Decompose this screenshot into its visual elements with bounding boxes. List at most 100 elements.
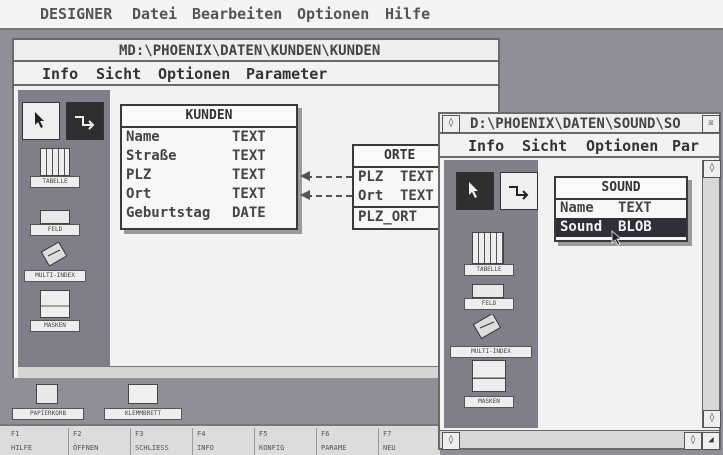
select-tool-button[interactable] bbox=[456, 172, 494, 210]
fkey-number: F4 bbox=[197, 430, 206, 438]
scroll-up-icon[interactable]: ◊ bbox=[703, 160, 721, 178]
sound-menu-parameter[interactable]: Par bbox=[672, 137, 699, 155]
tool-label-tabelle: TABELLE bbox=[464, 264, 514, 276]
label-papierkorb: PAPIERKORB bbox=[12, 408, 84, 420]
sound-titlebar[interactable]: ◊ D:\PHOENIX\DATEN\SOUND\SO ☒ bbox=[440, 114, 720, 134]
link-tool-button[interactable] bbox=[66, 102, 104, 140]
kunden-menu-optionen[interactable]: Optionen bbox=[158, 65, 230, 83]
trash-icon[interactable] bbox=[36, 384, 58, 404]
fkey-f7[interactable]: F7 NEU bbox=[380, 428, 436, 455]
field-type: TEXT bbox=[232, 167, 266, 183]
kunden-window-title: MD:\PHOENIX\DATEN\KUNDEN\KUNDEN bbox=[119, 43, 381, 59]
select-tool-button[interactable] bbox=[22, 102, 60, 140]
kunden-tool-palette: TABELLE FELD MULTI-INDEX MASKEN bbox=[18, 90, 110, 374]
resize-box-icon[interactable]: ◢ bbox=[702, 432, 720, 450]
kunden-field-row[interactable]: Straße TEXT bbox=[122, 147, 296, 166]
field-name: Name bbox=[560, 200, 594, 216]
fkey-number: F2 bbox=[73, 430, 82, 438]
kunden-field-row[interactable]: Name TEXT bbox=[122, 128, 296, 147]
fkey-label: HILFE bbox=[11, 444, 33, 452]
field-type: TEXT bbox=[232, 148, 266, 164]
kunden-menu-info[interactable]: Info bbox=[42, 65, 78, 83]
field-type: TEXT bbox=[618, 200, 652, 216]
fkey-f5[interactable]: F5 KONFIG bbox=[256, 428, 317, 455]
tool-label-masken: MASKEN bbox=[30, 320, 80, 332]
sound-menu-sicht[interactable]: Sicht bbox=[522, 137, 567, 155]
sound-menu-optionen[interactable]: Optionen bbox=[586, 137, 658, 155]
fkey-number: F1 bbox=[11, 430, 20, 438]
sound-field-row[interactable]: Name TEXT bbox=[556, 199, 686, 218]
mouse-cursor-icon bbox=[611, 230, 623, 246]
kunden-window-menu: Info Sicht Optionen Parameter bbox=[14, 62, 498, 86]
field-type: TEXT bbox=[400, 169, 434, 185]
relation-arrowhead-ort bbox=[300, 190, 310, 200]
field-name: Ort bbox=[358, 188, 384, 204]
sound-tool-palette: TABELLE FELD MULTI-INDEX MASKEN bbox=[444, 160, 538, 428]
tool-label-feld: FELD bbox=[30, 224, 80, 236]
multi-index-icon[interactable] bbox=[472, 314, 504, 342]
menu-datei[interactable]: Datei bbox=[132, 5, 177, 23]
tool-label-multi-index: MULTI-INDEX bbox=[450, 346, 532, 358]
fkey-number: F3 bbox=[135, 430, 144, 438]
close-box-icon[interactable]: ◊ bbox=[442, 115, 460, 133]
table-icon[interactable] bbox=[472, 232, 504, 264]
kunden-field-row[interactable]: Geburtstag DATE bbox=[122, 204, 296, 223]
kunden-table-header[interactable]: KUNDEN bbox=[122, 106, 296, 128]
scroll-left-icon[interactable]: ◊ bbox=[442, 432, 460, 450]
field-name: Straße bbox=[126, 148, 177, 164]
menu-bearbeiten[interactable]: Bearbeiten bbox=[192, 5, 282, 23]
fkey-f2[interactable]: F2 ÖFFNEN bbox=[70, 428, 131, 455]
menu-optionen[interactable]: Optionen bbox=[297, 5, 369, 23]
relation-line-plz bbox=[306, 176, 352, 178]
relation-arrow-icon bbox=[509, 186, 529, 200]
fkey-label: INFO bbox=[197, 444, 214, 452]
link-tool-button[interactable] bbox=[500, 172, 538, 210]
kunden-menu-sicht[interactable]: Sicht bbox=[96, 65, 141, 83]
kunden-field-row[interactable]: Ort TEXT bbox=[122, 185, 296, 204]
relation-arrow-icon bbox=[75, 116, 95, 130]
fkey-label: KONFIG bbox=[259, 444, 285, 452]
field-icon[interactable] bbox=[40, 210, 70, 224]
field-icon[interactable] bbox=[472, 284, 504, 298]
mask-icon[interactable] bbox=[472, 360, 506, 392]
multi-index-icon[interactable] bbox=[40, 242, 70, 268]
field-name: Ort bbox=[126, 186, 152, 202]
sound-window: ◊ D:\PHOENIX\DATEN\SOUND\SO ☒ Info Sicht… bbox=[438, 112, 721, 450]
fkey-label: PARAME bbox=[321, 444, 347, 452]
scroll-right-icon[interactable]: ◊ bbox=[684, 432, 702, 450]
sound-hscrollbar[interactable]: ◊ ◊ ◢ bbox=[440, 430, 720, 450]
pointer-icon bbox=[35, 112, 44, 128]
kunden-menu-parameter[interactable]: Parameter bbox=[246, 65, 327, 83]
field-name: Sound bbox=[560, 219, 603, 235]
fkey-f6[interactable]: F6 PARAME bbox=[318, 428, 379, 455]
sound-window-title: D:\PHOENIX\DATEN\SOUND\SO bbox=[470, 116, 681, 132]
fkey-f3[interactable]: F3 SCHLIESS bbox=[132, 428, 193, 455]
table-icon[interactable] bbox=[40, 148, 70, 176]
clipboard-icon[interactable] bbox=[128, 384, 158, 404]
sound-table-header[interactable]: SOUND bbox=[556, 178, 686, 200]
kunden-titlebar[interactable]: MD:\PHOENIX\DATEN\KUNDEN\KUNDEN bbox=[14, 40, 498, 62]
sound-menu-info[interactable]: Info bbox=[468, 137, 504, 155]
field-type: TEXT bbox=[232, 129, 266, 145]
fkey-f1[interactable]: F1 HILFE bbox=[8, 428, 69, 455]
full-box-icon[interactable]: ☒ bbox=[702, 115, 720, 133]
fkey-label: NEU bbox=[383, 444, 396, 452]
kunden-table-box[interactable]: KUNDEN Name TEXT Straße TEXT PLZ TEXT Or… bbox=[120, 104, 298, 230]
sound-window-menu: Info Sicht Optionen Par bbox=[440, 134, 719, 158]
field-type: TEXT bbox=[400, 188, 434, 204]
scroll-down-icon[interactable]: ◊ bbox=[703, 410, 721, 428]
sound-vscrollbar[interactable]: ◊ ◊ bbox=[702, 160, 721, 428]
tool-label-feld: FELD bbox=[464, 298, 514, 310]
desktop-icon-area: PAPIERKORB KLEMMBRETT bbox=[0, 378, 440, 424]
kunden-field-row[interactable]: PLZ TEXT bbox=[122, 166, 296, 185]
menu-hilfe[interactable]: Hilfe bbox=[385, 5, 430, 23]
mask-icon[interactable] bbox=[40, 290, 70, 318]
menu-designer[interactable]: DESIGNER bbox=[40, 5, 112, 23]
fkey-label: ÖFFNEN bbox=[73, 444, 99, 452]
fkey-f4[interactable]: F4 INFO bbox=[194, 428, 255, 455]
label-klemmbrett: KLEMMBRETT bbox=[104, 408, 182, 420]
tool-label-masken: MASKEN bbox=[464, 396, 514, 408]
field-name: PLZ bbox=[358, 169, 384, 185]
fkey-number: F6 bbox=[321, 430, 330, 438]
desktop-area bbox=[498, 30, 723, 110]
